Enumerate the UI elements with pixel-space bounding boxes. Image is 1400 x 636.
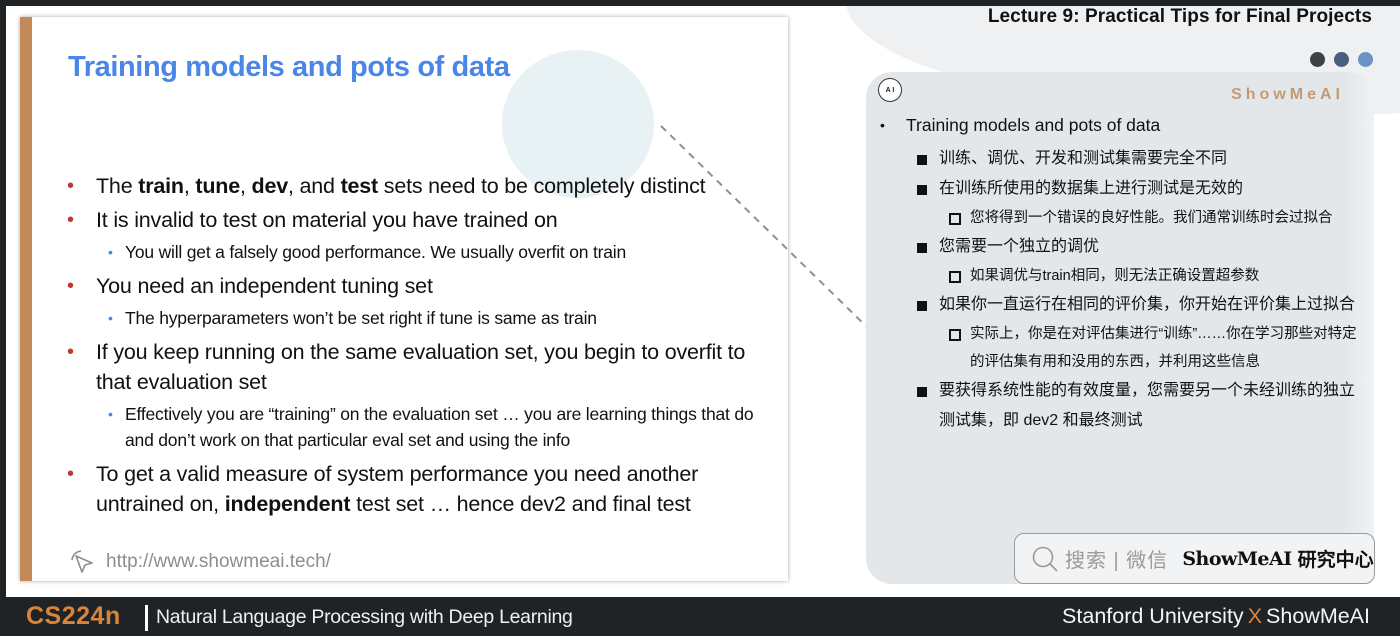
search-brand-cn: 研究中心 [1297,550,1374,571]
wechat-search-box[interactable]: 搜索 | 微信 ShowMeAI 研究中心 [1014,533,1375,584]
slide-bullet: You need an independent tuning set [65,271,785,301]
footer-bar: CS224n Natural Language Processing with … [0,597,1400,636]
slide-sub-bullet: You will get a falsely good performance.… [65,239,785,265]
slide-bullets: The train, tune, dev, and test sets need… [65,171,785,523]
bold-term: test [340,174,379,198]
bullet-text: sets need to be completely distinct [378,174,706,198]
slide-bullet: To get a valid measure of system perform… [65,459,785,519]
slide-sub-bullet: The hyperparameters won’t be set right i… [65,305,785,331]
footer-divider [145,605,148,631]
translation-item: 您需要一个独立的调优 [880,232,1360,262]
translation-subitem: 实际上，你是在对评估集进行“训练”……你在学习那些对特定的评估集有用和没用的东西… [880,320,1360,376]
translation-panel: A I ShowMeAI Training models and pots of… [866,72,1374,584]
bold-term: independent [224,492,351,516]
slide-title: Training models and pots of data [68,51,510,83]
bullet-text: , [183,174,196,198]
translation-subitem: 如果调优与train相同，则无法正确设置超参数 [880,262,1360,290]
bullet-text: , [239,174,252,198]
slide-accent-bar [20,17,32,581]
partner-x: X [1247,604,1263,628]
bullet-text: It is invalid to test on material you ha… [96,208,558,232]
bullet-text: Effectively you are “training” on the ev… [125,404,754,450]
translation-list: Training models and pots of data 训练、调优、开发… [880,112,1360,436]
translation-subitem: 您将得到一个错误的良好性能。我们通常训练时会过拟合 [880,204,1360,232]
slide-bullet: The train, tune, dev, and test sets need… [65,171,785,201]
translation-item: 在训练所使用的数据集上进行测试是无效的 [880,174,1360,204]
bullet-text: test set … hence dev2 and final test [350,492,691,516]
translation-item: 训练、调优、开发和测试集需要完全不同 [880,144,1360,174]
slide-bullet: If you keep running on the same evaluati… [65,337,785,397]
bullet-text: If you keep running on the same evaluati… [96,340,746,394]
search-brand: ShowMeAI [1182,547,1292,570]
panel-brand: ShowMeAI [1231,86,1344,103]
slide: Training models and pots of data The tra… [20,17,788,581]
partners: Stanford University X ShowMeAI [1062,604,1370,629]
slide-url[interactable]: http://www.showmeai.tech/ [68,547,331,577]
dot-1 [1310,52,1325,67]
search-hint: 搜索 | 微信 [1065,550,1169,572]
bullet-text: , and [287,174,341,198]
ai-bot-icon: A I [878,78,902,102]
cursor-icon [71,550,93,573]
translation-item: 如果你一直运行在相同的评价集，你开始在评价集上过拟合 [880,290,1360,320]
dot-3 [1358,52,1373,67]
url-text: http://www.showmeai.tech/ [106,551,331,572]
slide-bullet: It is invalid to test on material you ha… [65,205,785,235]
partner-showmeai: ShowMeAI [1266,604,1370,628]
search-icon [1032,546,1058,572]
page-dots [1310,52,1373,67]
slide-sub-bullet: Effectively you are “training” on the ev… [65,401,785,453]
translation-item: 要获得系统性能的有效度量，您需要另一个未经训练的独立测试集，即 dev2 和最终… [880,376,1360,436]
dot-2 [1334,52,1349,67]
bold-term: tune [195,174,240,198]
bullet-text: You need an independent tuning set [96,274,433,298]
course-name: Natural Language Processing with Deep Le… [156,606,573,628]
bold-term: dev [251,174,289,198]
bullet-text: The hyperparameters won’t be set right i… [125,308,597,328]
lecture-title: Lecture 9: Practical Tips for Final Proj… [987,6,1372,27]
course-code: CS224n [26,602,121,630]
bullet-text: The [96,174,139,198]
translation-heading: Training models and pots of data [880,112,1360,138]
partner-stanford: Stanford University [1062,604,1244,628]
bullet-text: You will get a falsely good performance.… [125,242,626,262]
bold-term: train [138,174,184,198]
